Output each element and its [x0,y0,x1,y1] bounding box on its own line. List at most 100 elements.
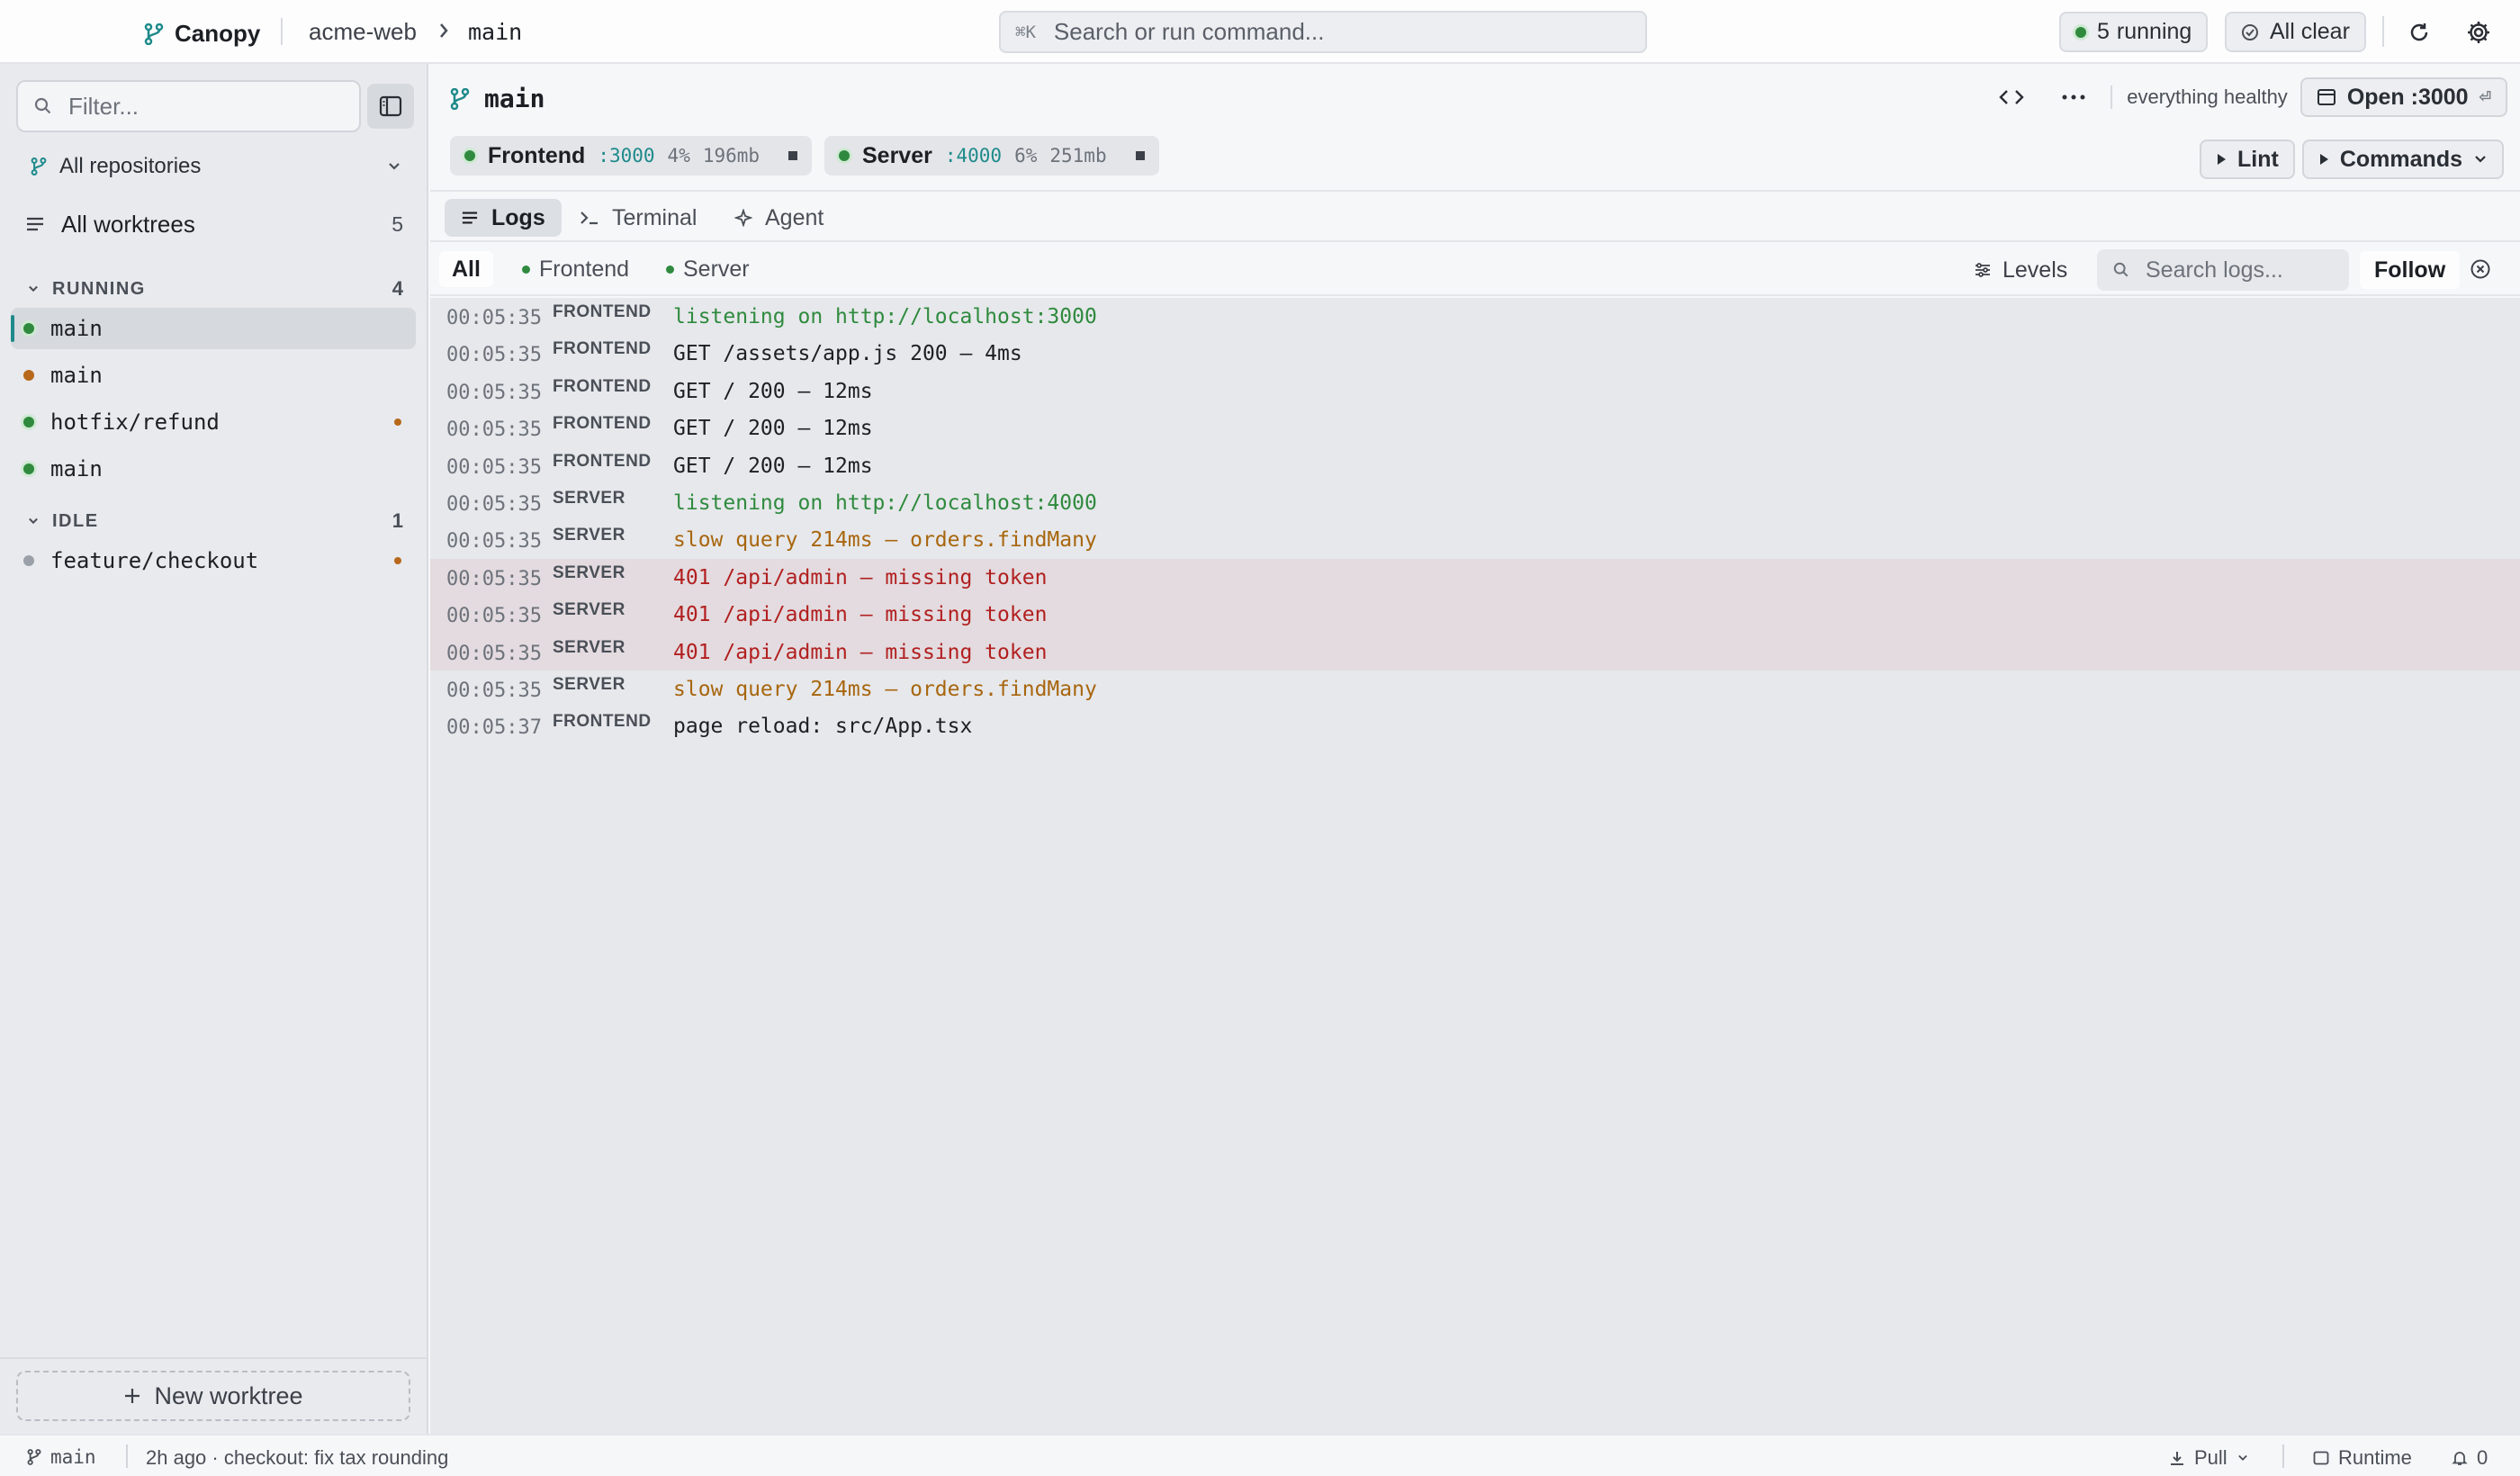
log-row: 00:05:37 FRONTEND page reload: src/App.tsx [430,707,2520,744]
section-header-idle[interactable]: IDLE 1 [27,509,403,533]
filter-field[interactable] [16,80,361,132]
log-source: FRONTEND [553,339,652,359]
worktree-item[interactable]: main [11,355,416,396]
top-bar: Canopy acme-web main ⌘K Search or run co… [0,0,2520,64]
tab-agent[interactable]: Agent [718,199,840,237]
divider [2282,1444,2284,1468]
more-icon[interactable] [2049,94,2098,101]
list-icon [25,215,45,233]
log-timestamp: 00:05:35 [446,307,542,329]
search-icon [34,97,52,115]
log-message: listening on http://localhost:3000 [673,305,1097,328]
worktree-name: main [50,316,103,341]
code-icon[interactable] [1986,88,2037,106]
log-message: GET /assets/app.js 200 — 4ms [673,342,1022,366]
panel-icon [379,95,402,117]
gear-icon[interactable] [2464,18,2493,47]
all-clear-label: All clear [2270,19,2350,44]
divider [281,18,283,45]
source-filter-all[interactable]: All [439,251,493,287]
worktree-item[interactable]: main [11,308,416,349]
tab-terminal[interactable]: Terminal [563,199,713,237]
lint-label: Lint [2237,146,2279,172]
log-filter-bar: All Frontend Server Levels Search logs..… [430,242,2520,296]
notifications-button[interactable]: 0 [2452,1446,2488,1470]
levels-button[interactable]: Levels [1974,253,2067,287]
service-memory: 196mb [702,145,760,166]
section-header-running[interactable]: RUNNING 4 [27,277,403,301]
stop-icon[interactable] [788,151,798,160]
follow-label: Follow [2374,256,2446,283]
log-row: 00:05:35 SERVER 401 /api/admin — missing t… [430,596,2520,634]
filter-input[interactable] [68,92,338,121]
log-row: 00:05:35 SERVER slow query 214ms — orders.… [430,521,2520,558]
runtime-button[interactable]: Runtime [2313,1446,2412,1470]
log-timestamp: 00:05:35 [446,381,542,404]
terminal-icon [580,210,599,226]
changes-badge [394,557,401,564]
worktree-item[interactable]: hotfix/refund [11,401,416,443]
branch-icon [450,87,470,110]
log-source: FRONTEND [553,376,652,396]
log-row: 00:05:35 SERVER listening on http://localh… [430,484,2520,521]
service-port: :4000 [944,145,1003,166]
source-filter-label: All [452,256,481,282]
open-app-button[interactable]: Open :3000 ⏎ [2300,77,2507,117]
breadcrumb-repo[interactable]: acme-web [309,18,417,46]
log-search-input[interactable]: Search logs... [2097,249,2349,291]
running-status-pill[interactable]: 5 running [2059,12,2209,52]
close-circle-icon[interactable] [2470,258,2491,280]
window-icon [2317,88,2336,106]
app-logo[interactable]: Canopy [144,20,260,48]
list-icon [461,210,479,226]
log-timestamp: 00:05:35 [446,567,542,590]
download-icon [2169,1450,2185,1466]
worktree-name: main [50,456,103,482]
commands-button[interactable]: Commands [2301,140,2504,179]
section-count: 1 [392,509,403,532]
pull-button[interactable]: Pull [2169,1446,2249,1470]
log-timestamp: 00:05:35 [446,605,542,628]
source-filter-frontend[interactable]: Frontend [509,251,642,287]
app-name: Canopy [175,20,261,47]
shortcut-hint: ⌘K [1015,22,1036,42]
chevron-down-icon [27,517,40,526]
all-worktrees-item[interactable]: All worktrees 5 [25,206,403,242]
pull-label: Pull [2194,1446,2228,1469]
chevron-down-icon [387,161,401,172]
plus-icon [123,1387,141,1405]
panel-toggle-button[interactable] [367,84,414,129]
page-title-text: main [484,84,545,113]
worktree-item[interactable]: feature/checkout [11,540,416,581]
worktree-item[interactable]: main [11,448,416,490]
log-source: FRONTEND [553,302,652,321]
service-chip-frontend[interactable]: Frontend:3000 4% 196mb [450,136,813,176]
new-worktree-button[interactable]: New worktree [16,1371,410,1421]
log-output[interactable]: 00:05:35 FRONTEND listening on http://loca… [430,298,2520,1434]
status-dot [464,150,475,161]
section-title: RUNNING [52,278,146,299]
status-dot [23,464,34,474]
running-count: 5 [2097,19,2110,44]
tab-agent-label: Agent [765,204,824,230]
log-timestamp: 00:05:35 [446,418,542,442]
page-title: main [450,84,544,113]
sidebar: All repositories All worktrees 5 RUNNING… [0,64,428,1434]
log-message: GET / 200 — 12ms [673,379,873,403]
breadcrumb-branch[interactable]: main [468,19,522,45]
follow-toggle[interactable]: Follow [2360,251,2461,289]
log-source: SERVER [553,489,626,508]
refresh-icon[interactable] [2405,18,2434,47]
service-memory: 251mb [1049,145,1107,166]
service-chip-server[interactable]: Server:4000 6% 251mb [824,136,1159,176]
tab-logs[interactable]: Logs [445,199,562,237]
command-search[interactable]: ⌘K Search or run command... [999,11,1647,53]
source-filter-server[interactable]: Server [653,251,762,287]
repository-select[interactable]: All repositories [31,148,401,184]
all-clear-pill[interactable]: All clear [2225,12,2366,52]
stop-icon[interactable] [1135,151,1145,160]
levels-icon [1974,262,1992,278]
new-worktree-label: New worktree [154,1382,303,1409]
status-branch[interactable]: main [27,1446,96,1468]
lint-button[interactable]: Lint [2200,140,2295,179]
